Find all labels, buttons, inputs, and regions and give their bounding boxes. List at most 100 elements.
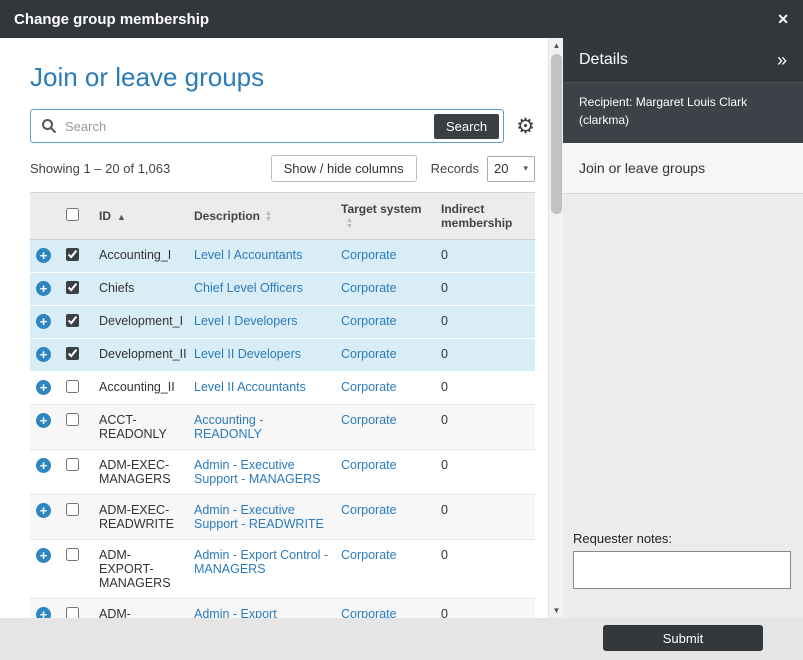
- select-all-column-header[interactable]: [60, 193, 93, 240]
- close-icon[interactable]: ✕: [777, 11, 789, 28]
- group-description-link[interactable]: Admin - Export Control - MANAGERS: [194, 548, 328, 576]
- table-body: + Accounting_I Level I Accountants Corporat…: [30, 240, 535, 619]
- recipient-info: Recipient: Margaret Louis Clark (clarkma…: [563, 82, 803, 143]
- target-system-link[interactable]: Corporate: [341, 458, 397, 472]
- group-description-link[interactable]: Level I Accountants: [194, 248, 302, 262]
- group-id-cell: ADM-EXPORT-MANAGERS: [93, 540, 188, 599]
- column-header-indirect-membership[interactable]: Indirect membership: [435, 193, 535, 240]
- table-row[interactable]: +ACCT-READONLYAccounting - READONLYCorpo…: [30, 405, 535, 450]
- target-system-link[interactable]: Corporate: [341, 413, 397, 427]
- expand-row-icon[interactable]: +: [36, 503, 51, 518]
- target-system-link[interactable]: Corporate: [341, 314, 397, 328]
- indirect-membership-cell: 0: [435, 599, 535, 619]
- records-label: Records: [431, 161, 479, 176]
- groups-table: ID▲ Description▲▼ Target system▲▼ Indire…: [30, 192, 535, 618]
- row-checkbox[interactable]: [66, 347, 79, 360]
- group-id-cell: ADM-EXPORT-: [93, 599, 188, 619]
- group-description-link[interactable]: Admin - Executive Support - MANAGERS: [194, 458, 320, 486]
- sort-ascending-icon: ▲: [117, 212, 126, 222]
- table-row[interactable]: + ADM-EXPORT- Admin - Export Corporate 0: [30, 599, 535, 619]
- table-row[interactable]: +ChiefsChief Level OfficersCorporate0: [30, 273, 535, 306]
- target-system-link[interactable]: Corporate: [341, 380, 397, 394]
- group-id-cell: ADM-EXEC-MANAGERS: [93, 450, 188, 495]
- group-description-link[interactable]: Level II Accountants: [194, 380, 306, 394]
- group-description-link[interactable]: Chief Level Officers: [194, 281, 303, 295]
- chevron-down-icon: ▾: [523, 163, 528, 174]
- indirect-membership-cell: 0: [435, 240, 535, 273]
- expand-row-icon[interactable]: +: [36, 548, 51, 563]
- group-description-link[interactable]: Admin - Executive Support - READWRITE: [194, 503, 324, 531]
- group-description-link[interactable]: Accounting - READONLY: [194, 413, 263, 441]
- row-checkbox[interactable]: [66, 248, 79, 261]
- row-checkbox[interactable]: [66, 281, 79, 294]
- table-row[interactable]: + Development_II Level II Developers Corpor…: [30, 339, 535, 372]
- details-title: Details: [579, 51, 628, 69]
- row-checkbox[interactable]: [66, 607, 79, 618]
- expand-row-icon[interactable]: +: [36, 347, 51, 362]
- expand-column-header: [30, 193, 60, 240]
- details-header: Details »: [563, 38, 803, 82]
- group-description-link[interactable]: Level II Developers: [194, 347, 301, 361]
- target-system-link[interactable]: Corporate: [341, 607, 397, 618]
- main-panel: Join or leave groups Search ⚙ Showing 1 …: [0, 38, 548, 618]
- scroll-up-icon[interactable]: ▲: [549, 41, 564, 50]
- target-system-link[interactable]: Corporate: [341, 548, 397, 562]
- select-all-checkbox[interactable]: [66, 208, 79, 221]
- footer-bar: Submit: [0, 618, 803, 660]
- column-header-description[interactable]: Description▲▼: [188, 193, 335, 240]
- group-id-cell: Development_II: [93, 339, 188, 372]
- row-checkbox[interactable]: [66, 413, 79, 426]
- group-id-cell: ADM-EXEC-READWRITE: [93, 495, 188, 540]
- group-description-link[interactable]: Admin - Export: [194, 607, 277, 618]
- expand-row-icon[interactable]: +: [36, 607, 51, 618]
- target-system-link[interactable]: Corporate: [341, 347, 397, 361]
- expand-row-icon[interactable]: +: [36, 248, 51, 263]
- row-checkbox[interactable]: [66, 503, 79, 516]
- group-description-link[interactable]: Level I Developers: [194, 314, 298, 328]
- table-row[interactable]: + Accounting_I Level I Accountants Corporat…: [30, 240, 535, 273]
- search-button[interactable]: Search: [434, 114, 499, 139]
- expand-row-icon[interactable]: +: [36, 314, 51, 329]
- expand-row-icon[interactable]: +: [36, 281, 51, 296]
- column-header-target-system[interactable]: Target system▲▼: [335, 193, 435, 240]
- details-sidebar: Details » Recipient: Margaret Louis Clar…: [563, 38, 803, 618]
- indirect-membership-cell: 0: [435, 339, 535, 372]
- row-checkbox[interactable]: [66, 314, 79, 327]
- row-checkbox[interactable]: [66, 380, 79, 393]
- indirect-membership-cell: 0: [435, 540, 535, 599]
- search-input[interactable]: [65, 119, 434, 134]
- gear-icon[interactable]: ⚙: [516, 116, 535, 137]
- table-row[interactable]: + Development_I Level I Developers Corporat…: [30, 306, 535, 339]
- requester-notes-label: Requester notes:: [573, 531, 791, 546]
- sort-icon: ▲▼: [346, 218, 353, 230]
- expand-row-icon[interactable]: +: [36, 458, 51, 473]
- expand-row-icon[interactable]: +: [36, 413, 51, 428]
- column-header-id[interactable]: ID▲: [93, 193, 188, 240]
- vertical-scrollbar[interactable]: ▲ ▼: [548, 38, 563, 618]
- scroll-down-icon[interactable]: ▼: [549, 606, 564, 615]
- indirect-membership-cell: 0: [435, 273, 535, 306]
- collapse-panel-icon[interactable]: »: [777, 50, 787, 71]
- group-id-cell: Development_I: [93, 306, 188, 339]
- submit-button[interactable]: Submit: [603, 625, 763, 651]
- group-id-cell: Accounting_II: [93, 372, 188, 405]
- records-per-page-select[interactable]: 20 ▾: [487, 156, 535, 182]
- scrollbar-thumb[interactable]: [551, 54, 562, 214]
- requester-notes-input[interactable]: [573, 551, 791, 589]
- target-system-link[interactable]: Corporate: [341, 248, 397, 262]
- target-system-link[interactable]: Corporate: [341, 503, 397, 517]
- indirect-membership-cell: 0: [435, 405, 535, 450]
- table-header-row: ID▲ Description▲▼ Target system▲▼ Indire…: [30, 193, 535, 240]
- table-row[interactable]: + Accounting_II Level II Accountants Corpor…: [30, 372, 535, 405]
- expand-row-icon[interactable]: +: [36, 380, 51, 395]
- show-hide-columns-button[interactable]: Show / hide columns: [271, 155, 417, 182]
- sidebar-item-join-or-leave-groups[interactable]: Join or leave groups: [563, 143, 803, 194]
- target-system-link[interactable]: Corporate: [341, 281, 397, 295]
- table-row[interactable]: + ADM-EXEC-MANAGERSAdmin - Executive Supp…: [30, 450, 535, 495]
- row-checkbox[interactable]: [66, 548, 79, 561]
- row-checkbox[interactable]: [66, 458, 79, 471]
- indirect-membership-cell: 0: [435, 495, 535, 540]
- group-id-cell: Accounting_I: [93, 240, 188, 273]
- table-row[interactable]: + ADM-EXEC-READWRITEAdmin - Executive Sup…: [30, 495, 535, 540]
- table-row[interactable]: + ADM-EXPORT-MANAGERSAdmin - Export Contr…: [30, 540, 535, 599]
